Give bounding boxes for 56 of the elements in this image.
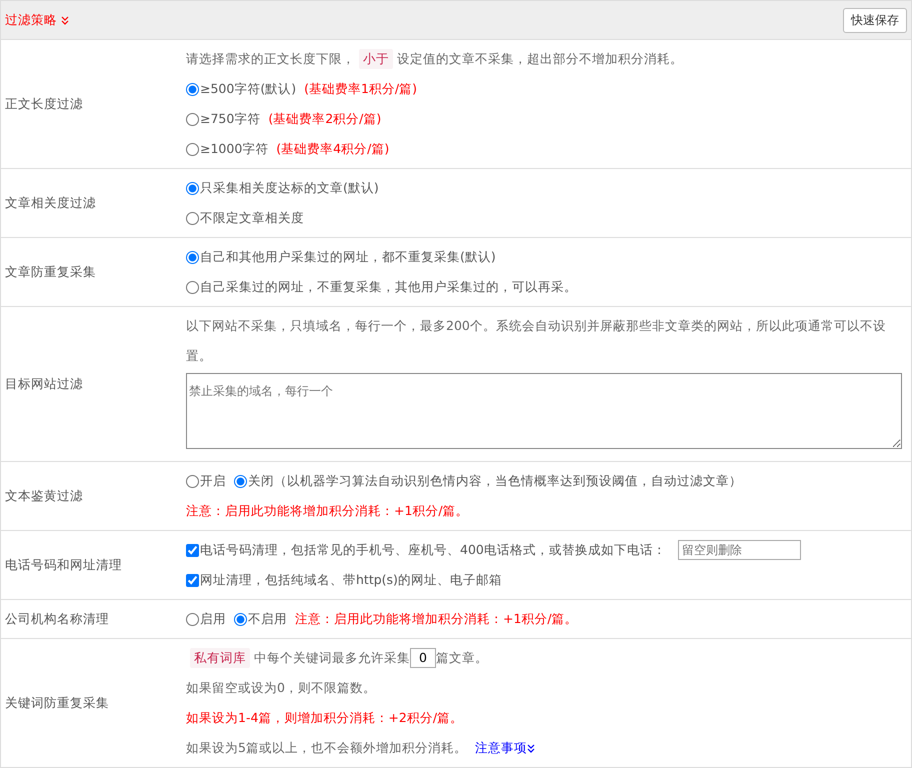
keyword-tag: 小于 <box>359 49 393 69</box>
radio-button[interactable] <box>234 612 247 626</box>
phone-input-field[interactable]: 留空则删除 <box>678 540 801 560</box>
chevron-down-icon <box>526 744 535 752</box>
checkbox[interactable] <box>186 574 199 586</box>
description-text: 篇文章。 <box>436 649 488 667</box>
radio-option[interactable]: 自己采集过的网址，不重复采集，其他用户采集过的，可以再采。 <box>186 272 577 302</box>
checkbox[interactable] <box>186 544 199 556</box>
setting-label: 关键词防重复采集 <box>4 694 110 712</box>
radio-button[interactable] <box>186 142 199 156</box>
radio-option[interactable]: 不启用 <box>234 604 287 634</box>
radio-option[interactable]: ≥500字符(默认) <box>186 74 296 104</box>
warning-text: 注意：启用此功能将增加积分消耗：+1积分/篇。 <box>295 610 578 628</box>
description-text: 中每个关键词最多允许采集 <box>254 649 410 667</box>
radio-button[interactable] <box>186 212 199 224</box>
save-button[interactable]: 快速保存 <box>843 8 907 32</box>
description-text: 如果留空或设为0，则不限篇数。 <box>186 679 376 697</box>
radio-button[interactable] <box>186 474 199 488</box>
warning-text: (基础费率1积分/篇) <box>304 80 418 98</box>
checkbox-option[interactable]: 网址清理，包括纯域名、带http(s)的网址、电子邮箱 <box>186 565 502 595</box>
radio-option[interactable]: 只采集相关度达标的文章(默认) <box>186 173 379 203</box>
radio-button[interactable] <box>186 612 199 626</box>
radio-option[interactable]: ≥750字符 <box>186 104 260 134</box>
description-text: 如果设为5篇或以上，也不会额外增加积分消耗。 <box>186 739 467 757</box>
keyword-tag: 私有词库 <box>190 648 250 668</box>
radio-button[interactable] <box>186 82 199 96</box>
warning-text: 如果设为1-4篇，则增加积分消耗：+2积分/篇。 <box>186 709 464 727</box>
radio-option[interactable]: ≥1000字符 <box>186 134 268 164</box>
warning-text: (基础费率4积分/篇) <box>276 140 390 158</box>
radio-option[interactable]: 启用 <box>186 604 226 634</box>
radio-button[interactable] <box>186 112 199 126</box>
radio-button[interactable] <box>234 474 247 488</box>
radio-button[interactable] <box>186 280 199 294</box>
setting-label: 正文长度过滤 <box>4 94 84 112</box>
domain-textarea[interactable]: 禁止采集的域名，每行一个 <box>186 373 902 449</box>
radio-button[interactable] <box>186 182 199 194</box>
warning-text: (基础费率2积分/篇) <box>268 110 382 128</box>
setting-label: 电话号码和网址清理 <box>4 556 123 574</box>
radio-option[interactable]: 关闭（以机器学习算法自动识别色情内容，当色情概率达到预设阈值，自动过滤文章） <box>234 466 742 496</box>
number-input-field[interactable]: 0 <box>410 648 436 668</box>
setting-label: 公司机构名称清理 <box>4 610 110 628</box>
description-text: 以下网站不采集，只填域名，每行一个，最多200个。系统会自动识别并屏蔽那些非文章类的网站，所以此项通常可以不设置。 <box>186 317 887 365</box>
radio-option[interactable]: 自己和其他用户采集过的网址，都不重复采集(默认) <box>186 242 496 272</box>
setting-label: 文章防重复采集 <box>4 262 97 280</box>
description-text: 设定值的文章不采集，超出部分不增加积分消耗。 <box>397 50 683 68</box>
chevron-down-icon <box>61 16 69 24</box>
description-text: 请选择需求的正文长度下限， <box>186 50 355 68</box>
setting-label: 文章相关度过滤 <box>4 194 97 212</box>
radio-option[interactable]: 开启 <box>186 466 226 496</box>
checkbox-option[interactable]: 电话号码清理，包括常见的手机号、座机号、400电话格式，或替换成如下电话： <box>186 535 666 565</box>
radio-option[interactable]: 不限定文章相关度 <box>186 203 304 233</box>
radio-button[interactable] <box>186 250 199 264</box>
setting-label: 目标网站过滤 <box>4 374 84 392</box>
setting-label: 文本鉴黄过滤 <box>4 486 84 504</box>
notice-link[interactable]: 注意事项 <box>474 733 535 763</box>
warning-text: 注意：启用此功能将增加积分消耗：+1积分/篇。 <box>186 502 469 520</box>
